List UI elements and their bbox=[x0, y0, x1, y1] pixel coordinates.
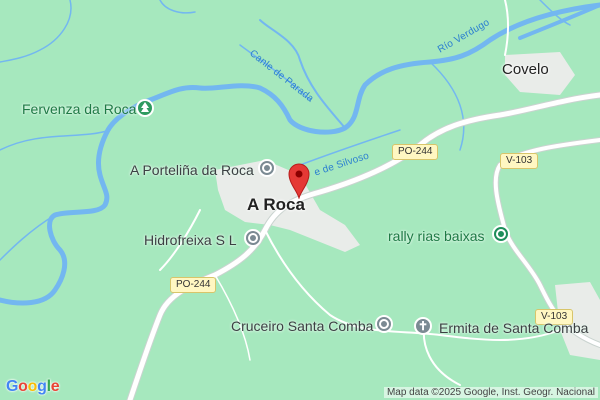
landmark-icon-portelina[interactable] bbox=[258, 159, 276, 177]
google-logo[interactable]: Google bbox=[6, 378, 60, 396]
poi-label-portelina[interactable]: A Porteliña da Roca bbox=[130, 162, 254, 178]
cross-icon[interactable]: ✝ bbox=[414, 317, 432, 335]
road-shield-v103-north: V-103 bbox=[500, 153, 539, 169]
logo-letter: e bbox=[50, 378, 60, 395]
logo-letter: o bbox=[18, 378, 28, 395]
landmark-icon-cruceiro[interactable] bbox=[375, 315, 393, 333]
poi-label-fervenza[interactable]: Fervenza da Roca bbox=[22, 101, 136, 117]
road-shield-po244-north: PO-244 bbox=[392, 144, 439, 160]
place-label-covelo[interactable]: Covelo bbox=[502, 61, 549, 78]
poi-label-hidrofreixa[interactable]: Hidrofreixa S L bbox=[144, 232, 237, 248]
river-side-6 bbox=[159, 0, 196, 14]
logo-letter: G bbox=[6, 378, 19, 395]
location-pin-icon[interactable] bbox=[288, 163, 310, 204]
tree-icon[interactable] bbox=[136, 99, 154, 117]
river-side-3 bbox=[0, 129, 111, 151]
road-shield-po244-south: PO-244 bbox=[170, 277, 217, 293]
map-canvas[interactable]: Río Verdugo Canle de Parada e de Silvoso… bbox=[0, 0, 600, 400]
logo-letter: g bbox=[37, 378, 47, 395]
map-attribution[interactable]: Map data ©2025 Google, Inst. Geogr. Naci… bbox=[383, 387, 598, 398]
river-side-4 bbox=[0, 214, 56, 261]
road-minor-5 bbox=[504, 0, 509, 56]
landmark-icon-rally[interactable] bbox=[492, 225, 510, 243]
poi-label-cruceiro[interactable]: Cruceiro Santa Comba bbox=[231, 318, 373, 334]
logo-letter: o bbox=[27, 378, 38, 395]
river-side-5 bbox=[0, 0, 72, 63]
poi-label-rally[interactable]: rally rias baixas bbox=[388, 228, 484, 244]
poi-label-ermita[interactable]: Ermita de Santa Comba bbox=[439, 320, 588, 336]
landmark-icon-hidrofreixa[interactable] bbox=[244, 229, 262, 247]
